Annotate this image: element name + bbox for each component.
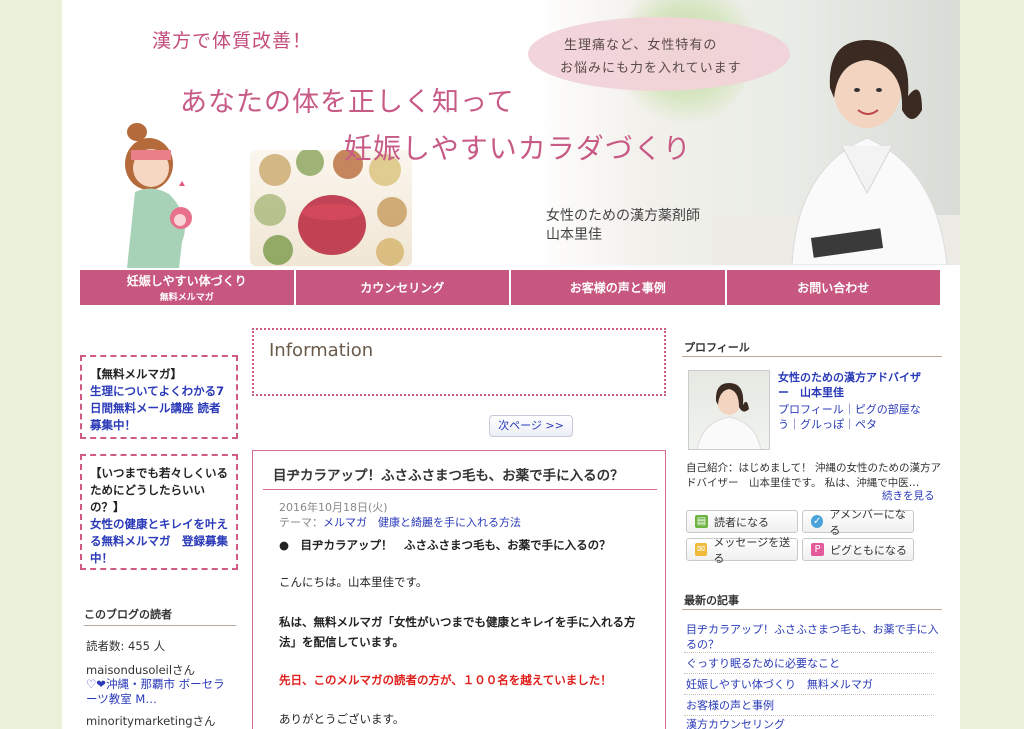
recent-post-separator bbox=[684, 652, 934, 653]
nav-item-testimonials[interactable]: お客様の声と事例 bbox=[511, 270, 727, 305]
profile-photo[interactable] bbox=[688, 370, 770, 450]
nav-sublabel: 無料メルマガ bbox=[159, 293, 214, 303]
nav-item-contact[interactable]: お問い合わせ bbox=[726, 270, 940, 305]
article-bullet: ● 目ヂカラアップ！ ふさふさまつ毛も、お薬で手に入るの？ bbox=[279, 538, 611, 552]
recent-post-separator bbox=[684, 694, 934, 695]
speech-bubble-line-2: お悩みにも力を入れています bbox=[560, 61, 742, 76]
article-theme: テーマ：メルマガ 健康と綺麗を手に入れる方法 bbox=[279, 514, 521, 530]
envelope-icon: ✉ bbox=[695, 543, 708, 556]
mother-illustration bbox=[125, 123, 192, 268]
recent-post-link[interactable]: ぐっすり眠るために必要なこと bbox=[686, 656, 942, 671]
recent-post-link[interactable]: 漢方カウンセリング bbox=[686, 717, 942, 729]
readers-divider bbox=[84, 625, 236, 626]
header-tagline: 漢方で体質改善！ bbox=[152, 30, 313, 52]
newsletter-box-1: 【無料メルマガ】 生理についてよくわかる7日間無料メール講座 読者募集中！ bbox=[80, 355, 238, 439]
header-headline-1: あなたの体を正しく知って bbox=[180, 87, 515, 118]
header-headline-2: 妊娠しやすいカラダづくり bbox=[344, 132, 692, 165]
pigg-friend-button[interactable]: P ピグともになる bbox=[802, 538, 914, 561]
profile-intro: 自己紹介：はじめまして！ 沖縄の女性のための漢方アドバイザー 山本里佳です。 私… bbox=[686, 462, 942, 489]
newsletter-box-1-heading: 【無料メルマガ】 bbox=[90, 367, 182, 381]
nav-item-counseling[interactable]: カウンセリング bbox=[295, 270, 511, 305]
button-label: メッセージを送る bbox=[713, 535, 791, 565]
newsletter-box-2-link[interactable]: 女性の健康とキレイを叶える無料メルマガ 登録募集中！ bbox=[90, 516, 228, 567]
article-theme-prefix: テーマ： bbox=[279, 516, 323, 529]
pharmacist-photo bbox=[791, 40, 948, 265]
speech-bubble-line-1: 生理痛など、女性特有の bbox=[564, 38, 718, 53]
button-label: アメンバーになる bbox=[829, 507, 906, 537]
article-greeting: こんにちは。山本里佳です。 bbox=[279, 575, 428, 589]
newsletter-box-2-heading: 【いつまでも若々しくいるためにどうしたらいいの？】 bbox=[90, 466, 228, 514]
book-icon: ▤ bbox=[695, 515, 708, 528]
herbal-tea-image bbox=[250, 150, 412, 266]
header-banner: 漢方で体質改善！ あなたの体を正しく知って 妊娠しやすいカラダづくり 生理痛など… bbox=[62, 0, 960, 268]
article-thanks: ありがとうございます。 bbox=[279, 712, 405, 726]
recent-post-link[interactable]: 妊娠しやすい体づくり 無料メルマガ bbox=[686, 677, 942, 692]
information-title: Information bbox=[269, 340, 374, 361]
recent-posts-title: 最新の記事 bbox=[684, 594, 739, 607]
recent-post-separator bbox=[684, 715, 934, 716]
nav-label: お問い合わせ bbox=[797, 281, 870, 295]
profile-more-link[interactable]: 続きを見る bbox=[882, 488, 935, 503]
pigg-icon: P bbox=[811, 543, 824, 556]
recent-post-link[interactable]: お客様の声と事例 bbox=[686, 698, 942, 713]
header-name: 山本里佳 bbox=[546, 227, 602, 243]
profile-title: プロフィール bbox=[684, 341, 750, 354]
button-label: ピグともになる bbox=[830, 543, 907, 557]
information-box: Information bbox=[252, 328, 666, 396]
become-amember-button[interactable]: ✓ アメンバーになる bbox=[802, 508, 914, 537]
nav-item-pregnancy[interactable]: 妊娠しやすい体づくり 無料メルマガ bbox=[80, 270, 296, 305]
nav-label: カウンセリング bbox=[360, 281, 445, 295]
send-message-button[interactable]: ✉ メッセージを送る bbox=[686, 536, 798, 565]
header-role: 女性のための漢方薬剤師 bbox=[546, 208, 700, 224]
article-date: 2016年10月18日(火) bbox=[279, 501, 388, 514]
recent-post-link[interactable]: 目ヂカラアップ！ふさふさまつ毛も、お薬で手に入るの？ bbox=[686, 622, 942, 652]
page: 漢方で体質改善！ あなたの体を正しく知って 妊娠しやすいカラダづくり 生理痛など… bbox=[62, 0, 960, 729]
nav-label: 妊娠しやすい体づくり bbox=[126, 274, 247, 288]
profile-divider bbox=[682, 356, 942, 357]
next-page-button[interactable]: 次ページ >> bbox=[489, 415, 573, 437]
amember-icon: ✓ bbox=[811, 515, 824, 528]
article-paragraph-2: 先日、このメルマガの読者の方が、１００名を越えていました！ bbox=[279, 673, 612, 687]
newsletter-box-1-link[interactable]: 生理についてよくわかる7日間無料メール講座 読者募集中！ bbox=[90, 383, 228, 434]
recent-post-separator bbox=[684, 673, 934, 674]
button-label: 読者になる bbox=[714, 515, 769, 529]
profile-links[interactable]: プロフィール｜ピグの部屋なう｜グルっぽ｜ペタ bbox=[778, 402, 928, 432]
article-title-divider bbox=[263, 489, 657, 490]
reader-name[interactable]: maisondusoleilさん bbox=[86, 662, 195, 678]
readers-count: 読者数: 455 人 bbox=[86, 639, 166, 653]
article: 目ヂカラアップ！ふさふさまつ毛も、お薬で手に入るの？ 2016年10月18日(火… bbox=[252, 450, 666, 729]
reader-desc[interactable]: ♡❤沖縄・那覇市 ボーセラーツ教室 M… bbox=[86, 677, 236, 707]
profile-name[interactable]: 女性のための漢方アドバイザー 山本里佳 bbox=[778, 370, 928, 400]
become-reader-button[interactable]: ▤ 読者になる bbox=[686, 510, 798, 533]
recent-posts-divider bbox=[682, 609, 942, 610]
speech-bubble bbox=[528, 17, 790, 91]
article-title[interactable]: 目ヂカラアップ！ふさふさまつ毛も、お薬で手に入るの？ bbox=[273, 464, 624, 484]
newsletter-box-2: 【いつまでも若々しくいるためにどうしたらいいの？】 女性の健康とキレイを叶える無… bbox=[80, 454, 238, 570]
article-theme-link[interactable]: メルマガ 健康と綺麗を手に入れる方法 bbox=[323, 516, 521, 529]
readers-title: このブログの読者 bbox=[84, 608, 172, 621]
reader-name[interactable]: minoritymarketingさん bbox=[86, 713, 216, 729]
main-nav: 妊娠しやすい体づくり 無料メルマガ カウンセリング お客様の声と事例 お問い合わ… bbox=[80, 270, 940, 305]
nav-label: お客様の声と事例 bbox=[569, 281, 666, 295]
article-paragraph-1: 私は、無料メルマガ「女性がいつまでも健康とキレイを手に入れる方法」を配信していま… bbox=[279, 615, 636, 649]
